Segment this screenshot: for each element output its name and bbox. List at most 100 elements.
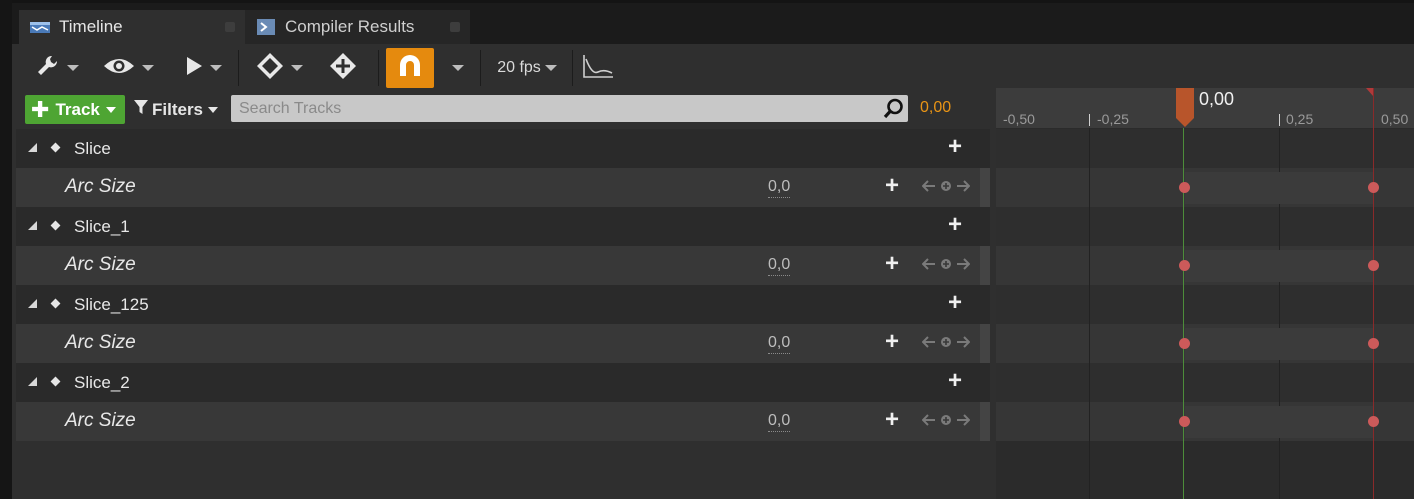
track-name: Slice_2: [74, 373, 130, 392]
keyframe[interactable]: [1368, 260, 1379, 271]
track-diamond-icon: [50, 220, 61, 231]
track-row[interactable]: Slice_125 +: [16, 285, 990, 324]
compiler-icon: [255, 18, 277, 36]
expand-triangle-icon[interactable]: [28, 299, 37, 308]
keyframe[interactable]: [1179, 260, 1190, 271]
grid-line: [1089, 128, 1090, 499]
track-name: Slice_125: [74, 295, 149, 314]
add-property-icon[interactable]: +: [948, 369, 962, 393]
playback-menu-button[interactable]: [178, 44, 228, 92]
track-row[interactable]: Slice_2 +: [16, 363, 990, 402]
next-key-icon[interactable]: [956, 336, 970, 348]
key-diamond-icon: [255, 51, 285, 86]
next-key-icon[interactable]: [956, 180, 970, 192]
ruler-tick-label: 0,50: [1381, 111, 1409, 127]
ruler-tick-label: -0,25: [1097, 111, 1129, 127]
fps-dropdown[interactable]: 20 fps: [488, 44, 566, 92]
filters-button[interactable]: Filters: [134, 95, 219, 124]
playhead-handle[interactable]: [1175, 88, 1195, 128]
timeline-row: [996, 285, 1414, 324]
toolbar: 20 fps: [12, 44, 1414, 92]
keyframe[interactable]: [1179, 338, 1190, 349]
property-value[interactable]: 0,0: [768, 334, 791, 354]
search-tracks-field: [231, 95, 908, 122]
expand-triangle-icon[interactable]: [28, 377, 37, 386]
property-value[interactable]: 0,0: [768, 256, 791, 276]
add-key-icon: [328, 51, 358, 86]
add-key-circle-icon[interactable]: [940, 258, 952, 270]
end-marker-flag[interactable]: [1366, 88, 1373, 96]
key-span-bar: [1185, 172, 1373, 204]
add-key-circle-icon[interactable]: [940, 180, 952, 192]
timeline-row: [996, 207, 1414, 246]
curve-editor-button[interactable]: [580, 44, 616, 92]
prev-key-icon[interactable]: [922, 414, 936, 426]
add-key-icon[interactable]: +: [885, 408, 899, 432]
property-value[interactable]: 0,0: [768, 412, 791, 432]
property-label: Arc Size: [65, 332, 136, 353]
key-menu-button[interactable]: [250, 44, 308, 92]
track-list: Slice + Arc Size 0,0 + Slice_1 + Arc Siz…: [16, 129, 990, 441]
view-menu-button[interactable]: [100, 44, 156, 92]
property-label: Arc Size: [65, 176, 136, 197]
property-value[interactable]: 0,0: [768, 178, 791, 198]
tab-compiler-results[interactable]: Compiler Results: [245, 10, 470, 44]
add-key-circle-icon[interactable]: [940, 336, 952, 348]
prev-key-icon[interactable]: [922, 180, 936, 192]
search-icon[interactable]: [883, 98, 904, 119]
keyframe[interactable]: [1179, 416, 1190, 427]
expand-triangle-icon[interactable]: [28, 221, 37, 230]
end-marker-line: [1373, 88, 1374, 499]
add-property-icon[interactable]: +: [948, 213, 962, 237]
next-key-icon[interactable]: [956, 258, 970, 270]
property-row[interactable]: Arc Size 0,0 +: [16, 324, 990, 363]
add-property-icon[interactable]: +: [948, 291, 962, 315]
property-row[interactable]: Arc Size 0,0 +: [16, 402, 990, 441]
add-key-circle-icon[interactable]: [940, 414, 952, 426]
left-edge: [0, 0, 12, 499]
key-navigation: [922, 336, 970, 348]
expand-triangle-icon[interactable]: [28, 143, 37, 152]
close-tab-icon[interactable]: [450, 22, 460, 32]
track-diamond-icon: [50, 376, 61, 387]
timeline-icon: [29, 18, 51, 36]
settings-menu-button[interactable]: [32, 44, 82, 92]
filters-label: Filters: [152, 99, 204, 119]
add-property-icon[interactable]: +: [948, 135, 962, 159]
ruler-tick-label: 0,25: [1286, 111, 1314, 127]
track-row[interactable]: Slice +: [16, 129, 990, 168]
play-icon: [184, 55, 204, 82]
plus-icon: ✚: [31, 96, 50, 122]
ruler-tick: [1089, 114, 1090, 126]
current-time-readout[interactable]: 0,00: [920, 99, 951, 117]
track-name: Slice_1: [74, 217, 130, 236]
add-key-button[interactable]: [326, 44, 360, 92]
keyframe[interactable]: [1368, 338, 1379, 349]
add-track-button[interactable]: ✚ Track: [25, 95, 125, 124]
property-row[interactable]: Arc Size 0,0 +: [16, 168, 990, 207]
snap-options-dropdown[interactable]: [446, 44, 470, 92]
keyframe[interactable]: [1368, 182, 1379, 193]
add-key-icon[interactable]: +: [885, 252, 899, 276]
track-row[interactable]: Slice_1 +: [16, 207, 990, 246]
tab-bar: Timeline Compiler Results: [12, 0, 1414, 44]
snap-toggle-button[interactable]: [386, 48, 434, 88]
search-input[interactable]: [239, 97, 869, 120]
timeline-row: [996, 129, 1414, 168]
prev-key-icon[interactable]: [922, 336, 936, 348]
add-key-icon[interactable]: +: [885, 330, 899, 354]
add-key-icon[interactable]: +: [885, 174, 899, 198]
keyframe[interactable]: [1179, 182, 1190, 193]
ruler-tick-label: -0,50: [1003, 111, 1035, 127]
tab-timeline[interactable]: Timeline: [19, 10, 245, 44]
next-key-icon[interactable]: [956, 414, 970, 426]
keyframe[interactable]: [1368, 416, 1379, 427]
filter-icon: [134, 99, 152, 120]
snap-magnet-icon: [396, 52, 424, 85]
close-tab-icon[interactable]: [225, 22, 235, 32]
prev-key-icon[interactable]: [922, 258, 936, 270]
key-navigation: [922, 414, 970, 426]
ruler-tick: [1279, 114, 1280, 126]
property-row[interactable]: Arc Size 0,0 +: [16, 246, 990, 285]
wrench-icon: [35, 53, 61, 84]
